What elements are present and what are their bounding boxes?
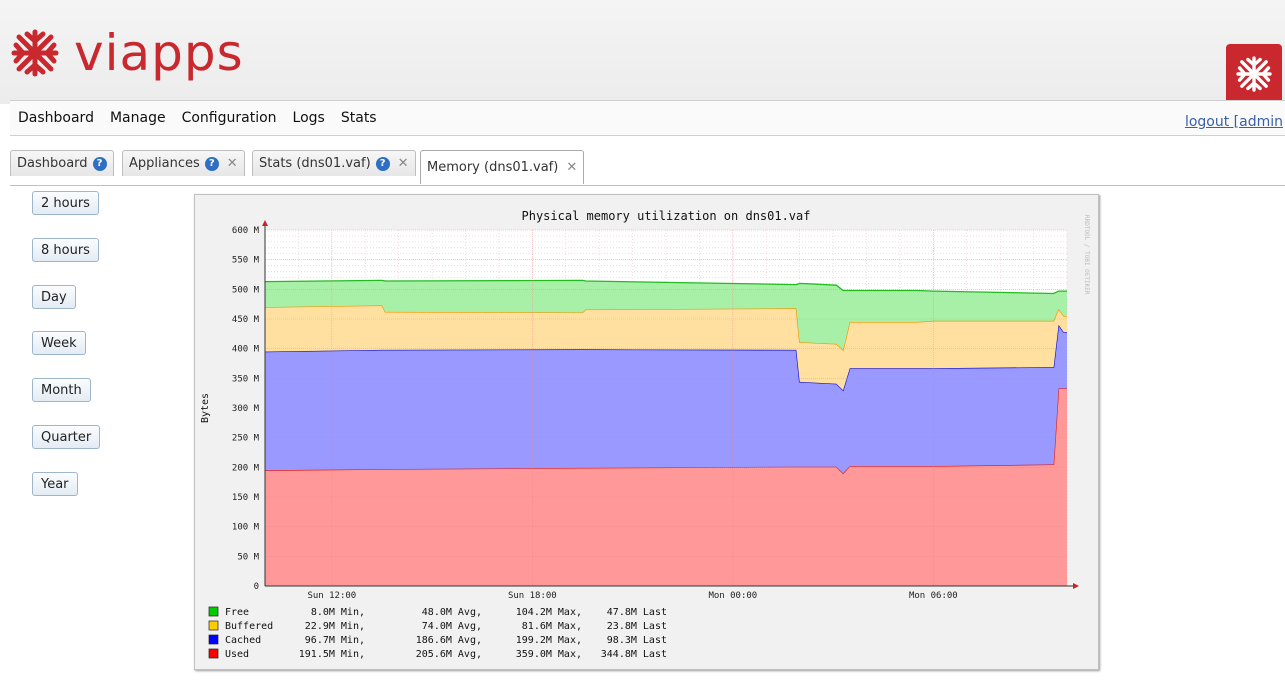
x-tick-label: Mon 00:00 [708, 591, 757, 601]
menu-manage[interactable]: Manage [102, 110, 174, 126]
legend-stat: 48.0M Avg, [422, 607, 482, 618]
y-tick-label: 600 M [232, 226, 260, 236]
menu-dashboard[interactable]: Dashboard [10, 110, 102, 126]
legend-name: Used [225, 649, 249, 660]
legend-stat: 186.6M Avg, [416, 635, 482, 646]
close-x-icon[interactable]: ✕ [398, 156, 409, 171]
x-axis-arrow [1073, 583, 1079, 589]
tab-bar: Dashboard ? Appliances ? ✕ Stats (dns01.… [10, 146, 1285, 186]
y-tick-label: 200 M [232, 463, 260, 473]
y-tick-label: 450 M [232, 315, 260, 325]
red-snowflake-icon [1236, 56, 1272, 92]
y-tick-label: 350 M [232, 374, 260, 384]
legend-swatch-used [208, 648, 219, 659]
question-circle-icon[interactable]: ? [92, 156, 107, 171]
legend-swatch-free [208, 606, 219, 617]
x-tick-label: Sun 18:00 [508, 591, 557, 601]
snowflake-logo-icon [11, 29, 59, 77]
y-tick-label: 250 M [232, 434, 260, 444]
y-tick-label: 100 M [232, 523, 260, 533]
y-tick-label: 0 [254, 582, 259, 592]
close-x-icon[interactable]: ✕ [566, 160, 577, 175]
menu-configuration[interactable]: Configuration [174, 110, 285, 126]
question-circle-icon[interactable]: ? [375, 156, 390, 171]
x-tick-label: Sun 12:00 [307, 591, 356, 601]
main-menu: Dashboard Manage Configuration Logs Stat… [10, 100, 1285, 136]
legend-swatch-buffered [208, 620, 219, 631]
menu-stats[interactable]: Stats [333, 110, 385, 126]
range-quarter-button[interactable]: Quarter [32, 425, 101, 449]
brand-name: viapps [74, 24, 244, 82]
legend-stat: 98.3M Last [607, 635, 667, 646]
chart-title: Physical memory utilization on dns01.vaf [522, 209, 811, 223]
y-tick-label: 400 M [232, 345, 260, 355]
legend-name: Buffered [225, 621, 273, 632]
tab-appliances[interactable]: Appliances ? ✕ [122, 150, 245, 176]
y-tick-label: 300 M [232, 404, 260, 414]
legend-stat: 191.5M Min, [299, 649, 365, 660]
legend-stat: 359.0M Max, [516, 649, 582, 660]
tab-stats-dns01[interactable]: Stats (dns01.vaf) ? ✕ [252, 150, 416, 176]
legend-stat: 47.8M Last [607, 607, 667, 618]
range-2-hours-button[interactable]: 2 hours [32, 191, 99, 215]
legend-stat: 8.0M Min, [311, 607, 365, 618]
tab-label: Dashboard [17, 156, 88, 171]
y-tick-label: 550 M [232, 256, 260, 266]
app-header: viapps [0, 0, 1285, 104]
y-tick-label: 500 M [232, 285, 260, 295]
range-8-hours-button[interactable]: 8 hours [32, 238, 99, 262]
y-tick-label: 50 M [237, 552, 259, 562]
legend-stat: 205.6M Avg, [416, 649, 482, 660]
rrdtool-watermark: RRDTOOL / TOBI OETIKER [1083, 215, 1090, 295]
corner-logo-badge [1226, 44, 1282, 104]
logout-link[interactable]: logout [admin [1185, 114, 1283, 130]
y-axis-label: Bytes [200, 393, 211, 423]
legend-stat: 23.8M Last [607, 621, 667, 632]
range-month-button[interactable]: Month [32, 378, 91, 402]
legend-stat: 199.2M Max, [516, 635, 582, 646]
legend-stat: 81.6M Max, [522, 621, 582, 632]
question-circle-icon[interactable]: ? [204, 156, 219, 171]
legend-name: Cached [225, 635, 261, 646]
memory-chart: 0 50 M 100 M 150 M 200 M 250 M 300 M 350 M 400 M… [200, 209, 1090, 660]
range-day-button[interactable]: Day [32, 285, 76, 309]
tab-label: Stats (dns01.vaf) [259, 156, 371, 171]
legend-name: Free [225, 607, 249, 618]
legend-stat: 344.8M Last [601, 649, 667, 660]
legend-stat: 74.0M Avg, [422, 621, 482, 632]
legend-swatch-cached [208, 634, 219, 645]
brand[interactable]: viapps [10, 18, 244, 88]
y-axis-arrow [262, 220, 268, 226]
range-week-button[interactable]: Week [32, 331, 86, 355]
tab-memory-dns01[interactable]: Memory (dns01.vaf) ✕ [420, 150, 585, 184]
y-tick-label: 150 M [232, 493, 260, 503]
close-x-icon[interactable]: ✕ [227, 156, 238, 171]
legend-stat: 22.9M Min, [305, 621, 365, 632]
range-year-button[interactable]: Year [32, 472, 78, 496]
tab-label: Memory (dns01.vaf) [427, 160, 559, 175]
tab-label: Appliances [129, 156, 200, 171]
legend-stat: 96.7M Min, [305, 635, 365, 646]
legend-stat: 104.2M Max, [516, 607, 582, 618]
x-tick-label: Mon 06:00 [909, 591, 958, 601]
menu-logs[interactable]: Logs [285, 110, 333, 126]
tab-dashboard[interactable]: Dashboard ? [10, 150, 114, 176]
memory-graph-panel: 0 50 M 100 M 150 M 200 M 250 M 300 M 350 M 400 M… [194, 194, 1099, 670]
